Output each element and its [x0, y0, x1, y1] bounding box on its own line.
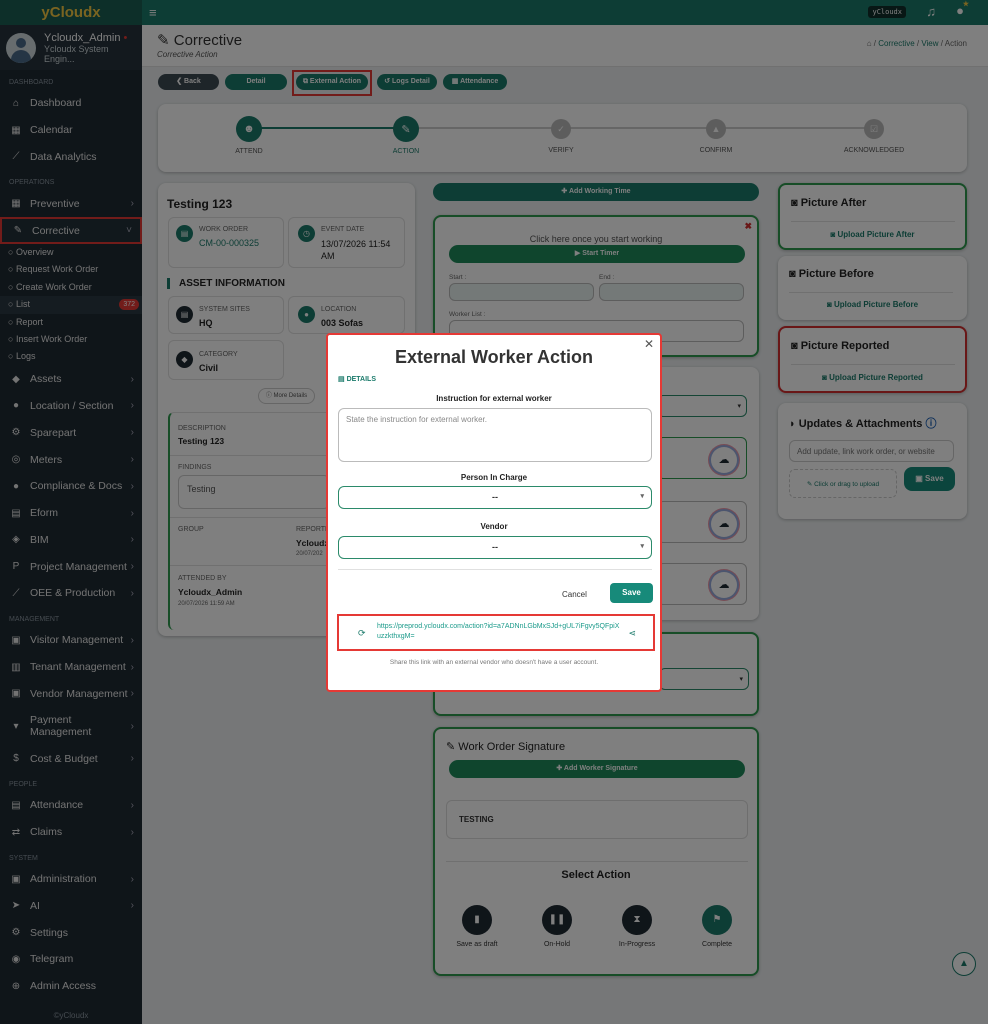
- save-button[interactable]: Save: [610, 583, 653, 603]
- document-icon: ▤: [338, 376, 345, 383]
- vendor-label: Vendor: [480, 522, 508, 531]
- refresh-icon[interactable]: ⟳: [358, 628, 366, 638]
- pic-label: Person In Charge: [460, 473, 528, 482]
- chevron-down-icon: ▾: [640, 543, 644, 550]
- modal-title: External Worker Action: [394, 347, 594, 367]
- person-in-charge-select[interactable]: -- ▾: [338, 486, 652, 509]
- external-worker-modal: ✕ External Worker Action ▤ DETAILS Instr…: [326, 333, 662, 692]
- vendor-select[interactable]: -- ▾: [338, 536, 652, 559]
- cancel-button[interactable]: Cancel: [562, 590, 587, 599]
- share-link-box: ⟳ https://preprod.ycloudx.com/action?id=…: [337, 614, 655, 651]
- instruction-textarea[interactable]: State the instruction for external worke…: [338, 408, 652, 462]
- instruction-label: Instruction for external worker: [436, 394, 552, 403]
- share-note: Share this link with an external vendor …: [389, 659, 599, 666]
- share-icon[interactable]: ⋖: [628, 628, 636, 638]
- share-link-url[interactable]: https://preprod.ycloudx.com/action?id=a7…: [377, 623, 619, 640]
- chevron-down-icon: ▾: [640, 493, 644, 500]
- details-label: ▤ DETAILS: [338, 376, 377, 383]
